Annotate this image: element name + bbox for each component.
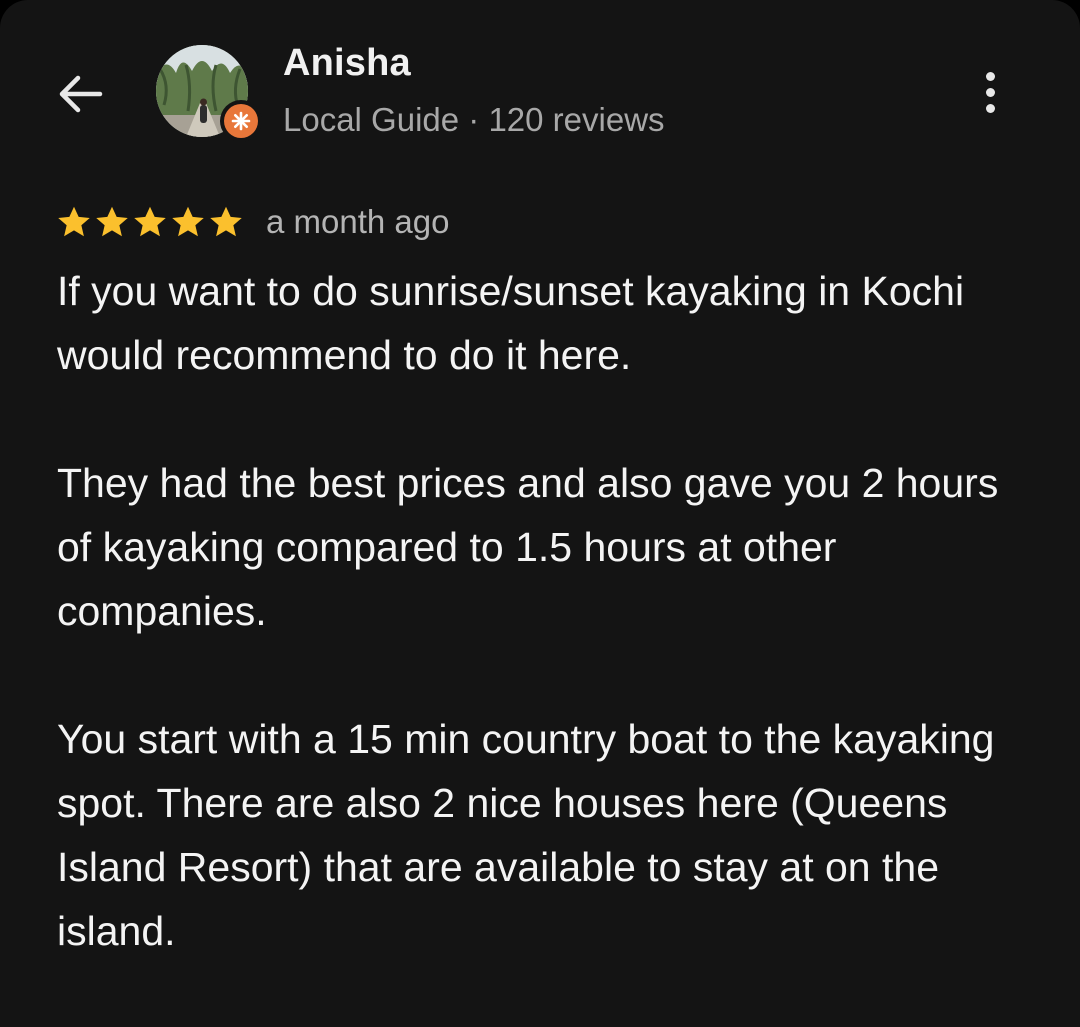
back-button[interactable] bbox=[50, 64, 110, 124]
star-icon bbox=[172, 206, 204, 237]
review-text: If you want to do sunrise/sunset kayakin… bbox=[57, 259, 1017, 1027]
review-paragraph: If you want to do sunrise/sunset kayakin… bbox=[57, 268, 965, 378]
local-guide-badge bbox=[220, 100, 262, 142]
review-time: a month ago bbox=[266, 203, 450, 240]
arrow-left-icon bbox=[59, 75, 103, 113]
more-vertical-icon bbox=[985, 71, 995, 81]
star-icon bbox=[58, 206, 90, 237]
rating-row: a month ago bbox=[56, 198, 449, 246]
review-paragraph: You start with a 15 min country boat to … bbox=[57, 716, 995, 954]
star-icon bbox=[134, 206, 166, 237]
star-icon bbox=[96, 206, 128, 237]
local-guide-star-icon bbox=[231, 111, 251, 131]
review-paragraph: They had the best prices and also gave y… bbox=[57, 460, 999, 634]
review-card: Anisha Local Guide · 120 reviews a month… bbox=[0, 0, 1080, 1027]
star-rating bbox=[56, 204, 244, 240]
more-options-button[interactable] bbox=[960, 62, 1020, 122]
reviewer-meta: Local Guide · 120 reviews bbox=[283, 101, 665, 138]
reviewer-name[interactable]: Anisha bbox=[283, 42, 411, 85]
star-icon bbox=[210, 206, 242, 237]
